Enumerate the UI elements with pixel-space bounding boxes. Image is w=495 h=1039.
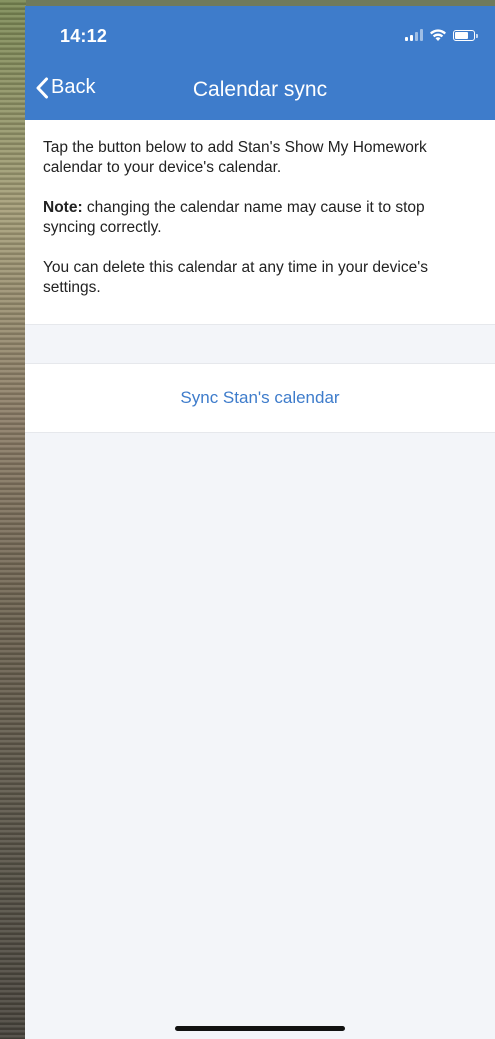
sync-calendar-button[interactable]: Sync Stan's calendar — [25, 364, 495, 433]
delete-info-text: You can delete this calendar at any time… — [43, 259, 428, 296]
background-photo — [0, 0, 26, 1039]
wifi-icon — [430, 29, 446, 41]
sync-calendar-label: Sync Stan's calendar — [180, 388, 340, 407]
note-label: Note: — [43, 199, 83, 216]
app-screen: 14:12 Back Calendar sync Tap the button … — [25, 6, 495, 1039]
page-title: Calendar sync — [192, 78, 328, 101]
section-divider — [25, 324, 495, 364]
navigation-bar: 14:12 Back Calendar sync — [25, 6, 495, 120]
home-indicator[interactable] — [175, 1026, 345, 1031]
battery-icon — [453, 29, 478, 41]
signal-icon — [405, 29, 423, 41]
info-panel: Tap the button below to add Stan's Show … — [25, 120, 495, 324]
status-icons — [405, 28, 478, 42]
note-body: changing the calendar name may cause it … — [43, 199, 425, 236]
note-text: Note: changing the calendar name may cau… — [43, 198, 477, 238]
status-time: 14:12 — [60, 26, 108, 46]
intro-text: Tap the button below to add Stan's Show … — [43, 139, 427, 176]
